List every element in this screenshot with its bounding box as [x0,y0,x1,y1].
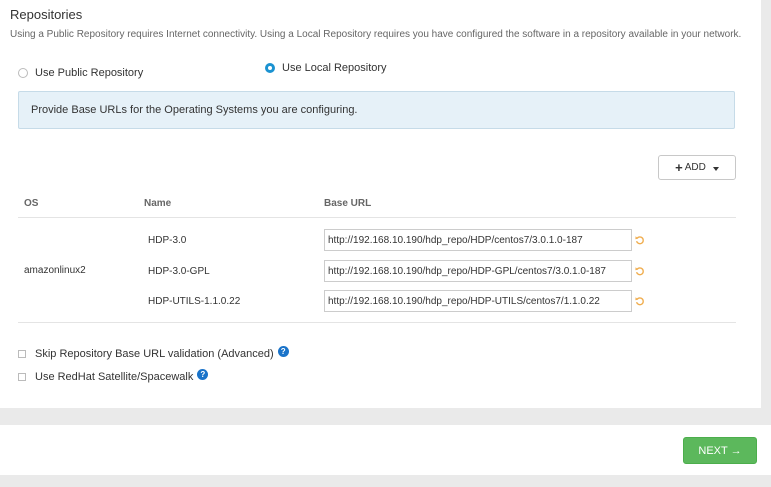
public-repo-radio[interactable] [18,68,28,78]
header-divider [18,217,736,218]
os-name: amazonlinux2 [24,265,86,276]
local-repo-option[interactable]: Use Local Repository [265,62,387,74]
satellite-option[interactable]: Use RedHat Satellite/Spacewalk ? [18,368,209,383]
section-title: Repositories [10,7,83,22]
base-url-input-hdp[interactable] [324,229,632,251]
help-icon[interactable]: ? [197,368,209,380]
undo-icon[interactable] [635,296,645,306]
base-url-input-hdp-utils[interactable] [324,290,632,312]
local-repo-label: Use Local Repository [282,62,387,74]
header-name: Name [144,198,172,209]
caret-down-icon [712,166,719,171]
repo-name-hdp: HDP-3.0 [148,235,187,246]
next-button[interactable]: NEXT → [683,437,757,464]
skip-validation-label: Skip Repository Base URL validation (Adv… [35,348,274,360]
base-url-input-hdp-gpl[interactable] [324,260,632,282]
header-base-url: Base URL [324,198,372,209]
undo-icon[interactable] [635,266,645,276]
info-alert: Provide Base URLs for the Operating Syst… [18,91,735,129]
local-repo-radio[interactable] [265,63,275,73]
satellite-checkbox[interactable] [18,373,26,381]
skip-validation-option[interactable]: Skip Repository Base URL validation (Adv… [18,345,289,360]
repo-name-hdp-gpl: HDP-3.0-GPL [148,266,210,277]
satellite-label: Use RedHat Satellite/Spacewalk [35,371,194,383]
repositories-panel: Repositories Using a Public Repository r… [0,0,761,408]
undo-icon[interactable] [635,235,645,245]
scroll-gutter [761,0,771,408]
wizard-footer: NEXT → [0,425,771,475]
repo-name-hdp-utils: HDP-UTILS-1.1.0.22 [148,296,241,307]
public-repo-label: Use Public Repository [35,67,144,79]
help-icon[interactable]: ? [277,345,289,357]
add-label: ADD [684,162,706,173]
section-subtitle: Using a Public Repository requires Inter… [10,29,742,40]
header-os: OS [24,198,39,209]
plus-icon: + [675,159,683,175]
public-repo-option[interactable]: Use Public Repository [18,67,143,79]
table-bottom-divider [18,322,736,323]
info-text: Provide Base URLs for the Operating Syst… [31,104,358,116]
skip-validation-checkbox[interactable] [18,350,26,358]
add-os-button[interactable]: + ADD [658,155,736,180]
